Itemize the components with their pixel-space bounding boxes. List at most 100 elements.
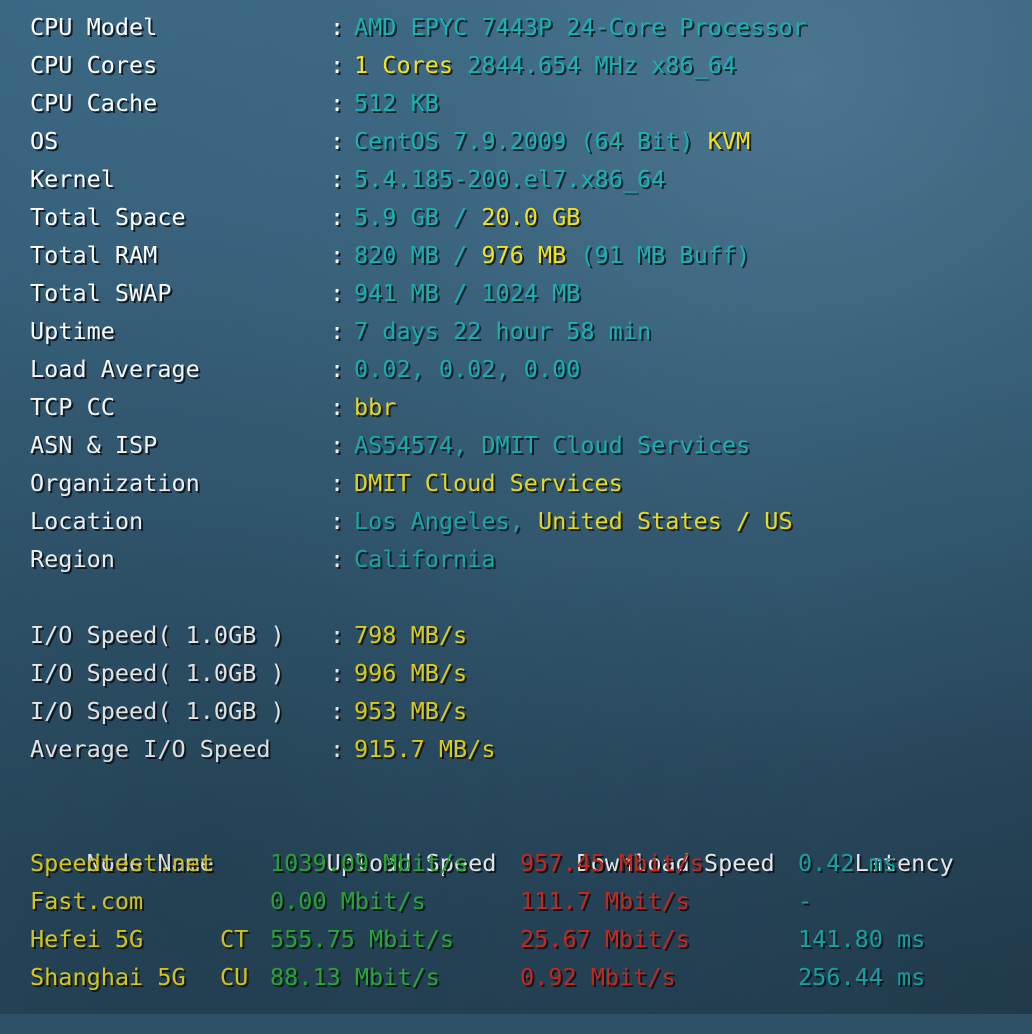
speedtest-node-carrier-tag: CT bbox=[220, 925, 249, 953]
io-speed-value-segment: 798 MB/s bbox=[354, 621, 468, 649]
io-speed-label: I/O Speed( 1.0GB ) bbox=[30, 659, 285, 687]
system-info-value-segment: 512 KB bbox=[354, 89, 439, 117]
speedtest-download-speed: 957.45 Mbit/s bbox=[520, 849, 704, 877]
system-info-label: TCP CC bbox=[30, 393, 115, 421]
speedtest-upload-speed: 555.75 Mbit/s bbox=[270, 925, 454, 953]
system-info-row: CPU Cache:512 KB bbox=[0, 84, 1032, 122]
system-info-value: CentOS 7.9.2009 (64 Bit) KVM bbox=[354, 127, 750, 155]
system-info-value: AS54574, DMIT Cloud Services bbox=[354, 431, 750, 459]
system-info-value-segment: 941 MB / 1024 MB bbox=[354, 279, 581, 307]
system-info-value: AMD EPYC 7443P 24-Core Processor bbox=[354, 13, 807, 41]
system-info-value: 1 Cores 2844.654 MHz x86_64 bbox=[354, 51, 736, 79]
system-info-value-segment: / bbox=[453, 241, 482, 269]
speedtest-latency: 141.80 ms bbox=[798, 925, 926, 953]
system-info-value-segment: 820 MB bbox=[354, 241, 454, 269]
speedtest-node-name: Fast.com bbox=[30, 882, 270, 920]
io-speed-row: I/O Speed( 1.0GB ):953 MB/s bbox=[0, 692, 1032, 730]
system-info-label: ASN & ISP bbox=[30, 431, 158, 459]
system-info-label: OS bbox=[30, 127, 59, 155]
io-speed-label: I/O Speed( 1.0GB ) bbox=[30, 697, 285, 725]
system-info-colon: : bbox=[330, 317, 345, 345]
system-info-value-segment: 0.02, 0.02, 0.00 bbox=[354, 355, 581, 383]
system-info-value-segment: (91 MB Buff) bbox=[566, 241, 751, 269]
system-info-colon: : bbox=[330, 127, 345, 155]
system-info-value-segment: 2844.654 MHz x86_64 bbox=[467, 51, 737, 79]
separator-line-2: - - - - - - - - - - - - - - - - - - - - … bbox=[0, 768, 1032, 806]
speedtest-rows: Speedtest.net 1039.09 Mbit/s 957.45 Mbit/s… bbox=[0, 844, 1032, 996]
system-info-value-segment: 5.9 GB bbox=[354, 203, 454, 231]
system-info-value-segment: 1 Cores bbox=[354, 51, 468, 79]
speedtest-node-label: Speedtest.net bbox=[30, 849, 214, 877]
system-info-value-segment: KVM bbox=[707, 127, 751, 155]
system-info-label: Total RAM bbox=[30, 241, 158, 269]
system-info-value-segment: AMD EPYC 7443P 24-Core Processor bbox=[354, 13, 807, 41]
separator-line-3: - - - - - - - - - - - - - - - - - - - - … bbox=[0, 996, 1032, 1034]
speedtest-upload-speed: 88.13 Mbit/s bbox=[270, 963, 440, 991]
system-info-label: CPU Model bbox=[30, 13, 158, 41]
system-info-value: bbr bbox=[354, 393, 396, 421]
system-info-row: TCP CC: bbr bbox=[0, 388, 1032, 426]
system-info-value: 512 KB bbox=[354, 89, 439, 117]
system-info-colon: : bbox=[330, 393, 345, 421]
system-info-value: 0.02, 0.02, 0.00 bbox=[354, 355, 580, 383]
system-info-label: CPU Cache bbox=[30, 89, 158, 117]
system-info-row: Kernel:5.4.185-200.el7.x86_64 bbox=[0, 160, 1032, 198]
speedtest-node-label: Fast.com bbox=[30, 887, 144, 915]
speedtest-upload-speed: 1039.09 Mbit/s bbox=[270, 849, 469, 877]
system-info-colon: : bbox=[330, 203, 345, 231]
system-info-label: Region bbox=[30, 545, 115, 573]
io-speed-value-segment: 953 MB/s bbox=[354, 697, 468, 725]
io-speed-value-segment: 915.7 MB/s bbox=[354, 735, 496, 763]
io-speed-row: I/O Speed( 1.0GB ):798 MB/s bbox=[0, 616, 1032, 654]
system-info-value: 5.9 GB / 20.0 GB bbox=[354, 203, 580, 231]
io-speed-value: 996 MB/s bbox=[354, 659, 467, 687]
speedtest-node-label: Hefei 5G bbox=[30, 925, 144, 953]
system-info-value-segment: AS54574, DMIT Cloud Services bbox=[354, 431, 751, 459]
system-info-value-segment: 5.4.185-200.el7.x86_64 bbox=[354, 165, 666, 193]
system-info-label: Total Space bbox=[30, 203, 186, 231]
io-speed-row: Average I/O Speed:915.7 MB/s bbox=[0, 730, 1032, 768]
speedtest-latency: 256.44 ms bbox=[798, 963, 926, 991]
speedtest-download-speed: 0.92 Mbit/s bbox=[520, 963, 676, 991]
system-info-section: CPU Model: AMD EPYC 7443P 24-Core Process… bbox=[0, 8, 1032, 578]
system-info-label: Kernel bbox=[30, 165, 115, 193]
system-info-row: Uptime:7 days 22 hour 58 min bbox=[0, 312, 1032, 350]
io-speed-label: I/O Speed( 1.0GB ) bbox=[30, 621, 285, 649]
system-info-value-segment: / bbox=[453, 203, 482, 231]
system-info-colon: : bbox=[330, 51, 345, 79]
system-info-colon: : bbox=[330, 431, 345, 459]
system-info-row: OS: CentOS 7.9.2009 (64 Bit) KVM bbox=[0, 122, 1032, 160]
system-info-row: CPU Cores:1 Cores 2844.654 MHz x86_64 bbox=[0, 46, 1032, 84]
io-speed-value: 798 MB/s bbox=[354, 621, 467, 649]
speedtest-upload-speed: 0.00 Mbit/s bbox=[270, 887, 426, 915]
system-info-row: Total SWAP:941 MB / 1024 MB bbox=[0, 274, 1032, 312]
system-info-value-segment: 20.0 GB bbox=[481, 203, 581, 231]
terminal-output: CPU Model: AMD EPYC 7443P 24-Core Process… bbox=[0, 0, 1032, 1014]
system-info-row: Load Average:0.02, 0.02, 0.00 bbox=[0, 350, 1032, 388]
system-info-colon: : bbox=[330, 165, 345, 193]
system-info-row: Region: California bbox=[0, 540, 1032, 578]
io-speed-colon: : bbox=[330, 697, 345, 725]
system-info-row: Total RAM:820 MB / 976 MB (91 MB Buff) bbox=[0, 236, 1032, 274]
system-info-colon: : bbox=[330, 279, 345, 307]
system-info-value-segment: United States / US bbox=[537, 507, 793, 535]
system-info-colon: : bbox=[330, 355, 345, 383]
system-info-row: ASN & ISP: AS54574, DMIT Cloud Services bbox=[0, 426, 1032, 464]
speedtest-latency: - bbox=[798, 887, 813, 915]
speedtest-header-row: Node Name Upload Speed Download Speed Laten… bbox=[0, 806, 1032, 877]
system-info-colon: : bbox=[330, 507, 345, 535]
system-info-value-segment: bbr bbox=[354, 393, 397, 421]
system-info-row: CPU Model: AMD EPYC 7443P 24-Core Process… bbox=[0, 8, 1032, 46]
system-info-value-segment: DMIT Cloud Services bbox=[354, 469, 623, 497]
system-info-value-segment: California bbox=[354, 545, 496, 573]
speedtest-download-speed: 111.7 Mbit/s bbox=[520, 887, 690, 915]
system-info-value: 7 days 22 hour 58 min bbox=[354, 317, 651, 345]
system-info-value: 820 MB / 976 MB (91 MB Buff) bbox=[354, 241, 750, 269]
speedtest-row: Shanghai 5G CU 88.13 Mbit/s 0.92 Mbit/s 256.… bbox=[0, 958, 1032, 996]
system-info-colon: : bbox=[330, 469, 345, 497]
system-info-value-segment: Los Angeles, bbox=[354, 507, 538, 535]
system-info-colon: : bbox=[330, 89, 345, 117]
system-info-label: Organization bbox=[30, 469, 200, 497]
system-info-colon: : bbox=[330, 241, 345, 269]
system-info-row: Organization: DMIT Cloud Services bbox=[0, 464, 1032, 502]
